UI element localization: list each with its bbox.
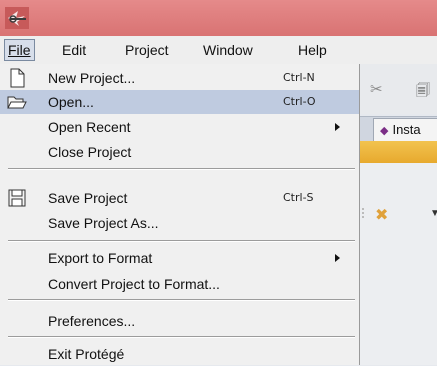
menu-bar: File Edit Project Window Help <box>0 36 437 65</box>
menu-separator <box>8 240 355 242</box>
file-menu-dropdown: New Project... Ctrl-N Open... Ctrl-O Ope… <box>0 64 360 365</box>
dropdown-caret-icon[interactable]: ▼ <box>430 208 437 219</box>
menu-item-label: Save Project <box>48 190 128 206</box>
menu-item-close-project[interactable]: Close Project <box>0 140 359 164</box>
submenu-arrow-icon <box>335 254 340 262</box>
menu-item-open-recent[interactable]: Open Recent <box>0 115 359 139</box>
instance-diamond-icon: ◆ <box>380 125 389 137</box>
menu-file[interactable]: File <box>4 39 35 61</box>
menu-item-convert-project[interactable]: Convert Project to Format... <box>0 272 359 296</box>
menu-item-save-project[interactable]: Save Project Ctrl-S <box>0 186 359 210</box>
splitter-handle[interactable] <box>362 208 367 218</box>
window-title-bar <box>0 0 437 36</box>
submenu-arrow-icon <box>335 123 340 131</box>
tab-instances[interactable]: ◆ Insta <box>373 118 437 141</box>
protege-app-icon[interactable] <box>5 7 29 29</box>
menu-item-label: Save Project As... <box>48 215 159 231</box>
menu-item-label: Exit Protégé <box>48 346 125 362</box>
delete-x-icon[interactable]: ✖ <box>375 205 388 225</box>
menu-item-label: Close Project <box>48 144 132 160</box>
content-area <box>360 163 437 365</box>
menu-item-label: New Project... <box>48 70 136 86</box>
menu-project-label: Project <box>125 42 169 58</box>
menu-item-label: Open Recent <box>48 119 131 135</box>
menu-item-exit[interactable]: Exit Protégé <box>0 342 359 366</box>
menu-separator <box>8 336 355 338</box>
header-bar <box>360 141 437 163</box>
menu-item-label: Open... <box>48 94 94 110</box>
menu-help[interactable]: Help <box>296 41 329 59</box>
menu-item-new-project[interactable]: New Project... Ctrl-N <box>0 66 359 90</box>
menu-item-preferences[interactable]: Preferences... <box>0 309 359 333</box>
open-folder-icon <box>7 96 27 109</box>
menu-item-label: Export to Format <box>48 250 153 266</box>
menu-item-shortcut: Ctrl-N <box>283 71 315 84</box>
menu-separator <box>8 168 355 170</box>
menu-file-label: File <box>8 42 31 58</box>
menu-item-open[interactable]: Open... Ctrl-O <box>0 90 359 114</box>
new-document-icon <box>10 68 25 88</box>
menu-window-label: Window <box>203 42 253 58</box>
menu-item-save-project-as[interactable]: Save Project As... <box>0 211 359 235</box>
menu-item-export-to-format[interactable]: Export to Format <box>0 246 359 270</box>
tab-instances-label: Insta <box>392 122 421 137</box>
save-disk-icon <box>8 189 26 207</box>
toolbar-tool-icon[interactable]: 🗐 <box>416 80 430 104</box>
menu-window[interactable]: Window <box>201 41 255 59</box>
menu-item-shortcut: Ctrl-S <box>283 191 314 204</box>
menu-help-label: Help <box>298 42 327 58</box>
cut-icon[interactable]: ✂ <box>370 80 383 98</box>
menu-item-label: Convert Project to Format... <box>48 276 220 292</box>
menu-edit-label: Edit <box>62 42 87 58</box>
menu-edit[interactable]: Edit <box>60 41 88 59</box>
menu-separator <box>8 299 355 301</box>
menu-item-label: Preferences... <box>48 313 136 329</box>
menu-item-shortcut: Ctrl-O <box>283 95 316 108</box>
menu-project[interactable]: Project <box>123 41 171 59</box>
